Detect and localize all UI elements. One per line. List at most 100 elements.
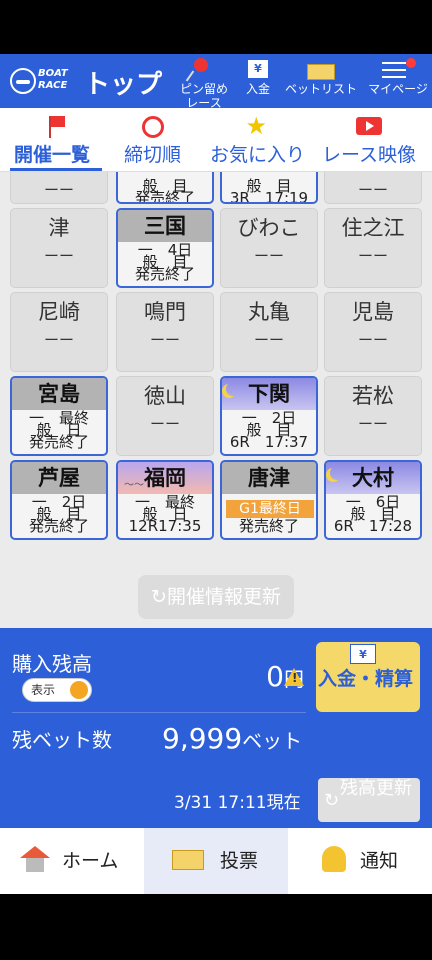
balance-divider [12, 712, 306, 713]
refresh-venue-info-button[interactable]: ↻開催情報更新 [138, 575, 294, 619]
tab-race-video-label: レース映像 [322, 144, 417, 166]
tab-deadline[interactable]: 締切順 [124, 114, 181, 167]
venue-name: 児島 [352, 300, 394, 324]
tab-bar: 開催一覧 締切順 ★ お気に入り レース映像 [0, 108, 432, 172]
yen-slip-icon: ¥ [248, 60, 268, 78]
yen-slip-icon: ¥ [350, 644, 376, 664]
moon-icon [330, 466, 344, 480]
birds-icon: 〜〜 [124, 480, 144, 491]
toggle-knob [70, 681, 88, 699]
alarm-clock-icon [141, 116, 164, 138]
mypage-button[interactable]: マイページ [364, 58, 432, 96]
pinned-race-label-1: ピン留め [179, 82, 228, 96]
boatrace-logo[interactable]: BOAT RACE [10, 66, 70, 96]
venue-tile-amagasaki[interactable]: 尼崎 ーー [10, 292, 108, 372]
moon-icon [226, 382, 240, 396]
notification-dot [406, 58, 416, 68]
remaining-bets: 9,999ベット [162, 722, 302, 755]
video-icon [356, 117, 383, 135]
venue-tile-naruto[interactable]: 鳴門 ーー [116, 292, 214, 372]
venue-next-race: 6R 17:28 [333, 517, 413, 535]
venue-name: 若松 [352, 384, 394, 408]
venue-name: 住之江 [341, 216, 405, 240]
ballot-ticket-icon [172, 850, 204, 870]
venue-tile-ashiya[interactable]: 芦屋 一 2日 般 目 発売終了 [10, 460, 108, 540]
venue-status: ーー [357, 415, 388, 433]
venue-name: 唐津 [222, 462, 316, 494]
bet-list-button[interactable]: ベットリスト [284, 58, 358, 96]
tab-schedule[interactable]: 開催一覧 [14, 114, 90, 167]
venue-status: 発売終了 [134, 189, 195, 204]
venue-tile[interactable]: 般 目 発売終了 [116, 172, 214, 204]
venue-status: ーー [149, 415, 180, 433]
tab-race-video[interactable]: レース映像 [322, 114, 416, 167]
venue-status: ーー [357, 181, 388, 199]
refresh-balance-button[interactable]: ↻ 残高更新 [318, 778, 420, 822]
warning-icon[interactable] [284, 668, 304, 686]
bet-list-label: ベットリスト [284, 82, 357, 96]
active-tab-indicator [10, 168, 102, 171]
venue-tile-shimonoseki[interactable]: 下関 一 2日 般 目 6R 17:37 [220, 376, 318, 456]
home-icon [20, 846, 50, 872]
venue-next-race: 12R17:35 [128, 517, 202, 535]
venue-status: ーー [357, 247, 388, 265]
bell-icon [322, 846, 346, 872]
venue-tile-omura[interactable]: 大村 一 6日 般 目 6R 17:28 [324, 460, 422, 540]
nav-home-label: ホーム [62, 850, 119, 872]
deposit-settle-button[interactable]: ¥ 入金・精算 [316, 642, 420, 712]
venue-tile-biwako[interactable]: びわこ ーー [220, 208, 318, 288]
venue-status: ーー [43, 331, 74, 349]
nav-notifications-label: 通知 [360, 850, 399, 872]
venue-tile-miyajima[interactable]: 宮島 一 最終 般 日 発売終了 [10, 376, 108, 456]
venue-name: 津 [48, 216, 70, 240]
remaining-bets-label: 残ベット数 [12, 728, 112, 752]
logo-line2: RACE [38, 80, 68, 91]
venue-status: 発売終了 [134, 265, 195, 283]
nav-notifications[interactable]: 通知 [288, 828, 432, 894]
venue-tile[interactable]: ーー [324, 172, 422, 204]
venue-tile[interactable]: ーー [10, 172, 108, 204]
venue-name: 鳴門 [144, 300, 186, 324]
venue-tile-suminoe[interactable]: 住之江 ーー [324, 208, 422, 288]
venue-status: ーー [149, 331, 180, 349]
venue-status: 発売終了 [28, 517, 89, 535]
balance-label: 購入残高 [12, 652, 92, 676]
app-header: BOAT RACE トップ ピン留め レース ¥ 入金 ベットリスト マイページ [0, 54, 432, 110]
tab-deadline-label: 締切順 [124, 144, 182, 166]
venue-tile-tsu[interactable]: 津 ーー [10, 208, 108, 288]
menu-icon [382, 62, 406, 78]
venue-name: びわこ [237, 216, 301, 240]
venue-name: 丸亀 [248, 300, 290, 324]
nav-vote[interactable]: 投票 [144, 828, 288, 894]
venue-tile-kojima[interactable]: 児島 ーー [324, 292, 422, 372]
venue-tile-wakamatsu[interactable]: 若松 ーー [324, 376, 422, 456]
remaining-bets-unit: ベット [242, 729, 303, 753]
tab-favorites[interactable]: ★ お気に入り [210, 114, 305, 167]
deposit-header-button[interactable]: ¥ 入金 [228, 58, 288, 96]
balance-display-toggle[interactable]: 表示 [22, 678, 92, 702]
venue-status: ーー [357, 331, 388, 349]
refresh-venue-info-label: 開催情報更新 [166, 586, 281, 608]
venue-tile-mikuni[interactable]: 三国 一 4日 般 目 発売終了 [116, 208, 214, 288]
boat-icon [10, 68, 36, 94]
ticket-icon [307, 64, 335, 80]
venue-status: ーー [253, 331, 284, 349]
venue-grid: ーー 般 目 発売終了 般 目 3R 17:19 ーー 津 ーー 三国 一 4日… [0, 172, 432, 628]
pinned-race-button[interactable]: ピン留め レース [174, 58, 234, 110]
venue-tile[interactable]: 般 目 3R 17:19 [220, 172, 318, 204]
venue-name: 宮島 [12, 378, 106, 410]
venue-tile-karatsu[interactable]: 唐津 G1最終日 発売終了 [220, 460, 318, 540]
venue-status: ーー [43, 247, 74, 265]
balance-amount-value: 0 [266, 660, 284, 693]
venue-status: 発売終了 [28, 433, 89, 451]
venue-tile-fukuoka[interactable]: 福岡 〜〜 一 最終 般 日 12R17:35 [116, 460, 214, 540]
nav-home[interactable]: ホーム [0, 828, 144, 894]
venue-name: 徳山 [144, 384, 186, 408]
balance-panel: 購入残高 表示 0円 残ベット数 9,999ベット ¥ 入金・精算 3/31 1… [0, 628, 432, 828]
venue-tile-tokuyama[interactable]: 徳山 ーー [116, 376, 214, 456]
nav-vote-label: 投票 [220, 850, 259, 872]
remaining-bets-value: 9,999 [162, 722, 243, 755]
deposit-settle-label: 入金・精算 [318, 668, 414, 690]
page-title: トップ [84, 70, 163, 100]
venue-tile-marugame[interactable]: 丸亀 ーー [220, 292, 318, 372]
